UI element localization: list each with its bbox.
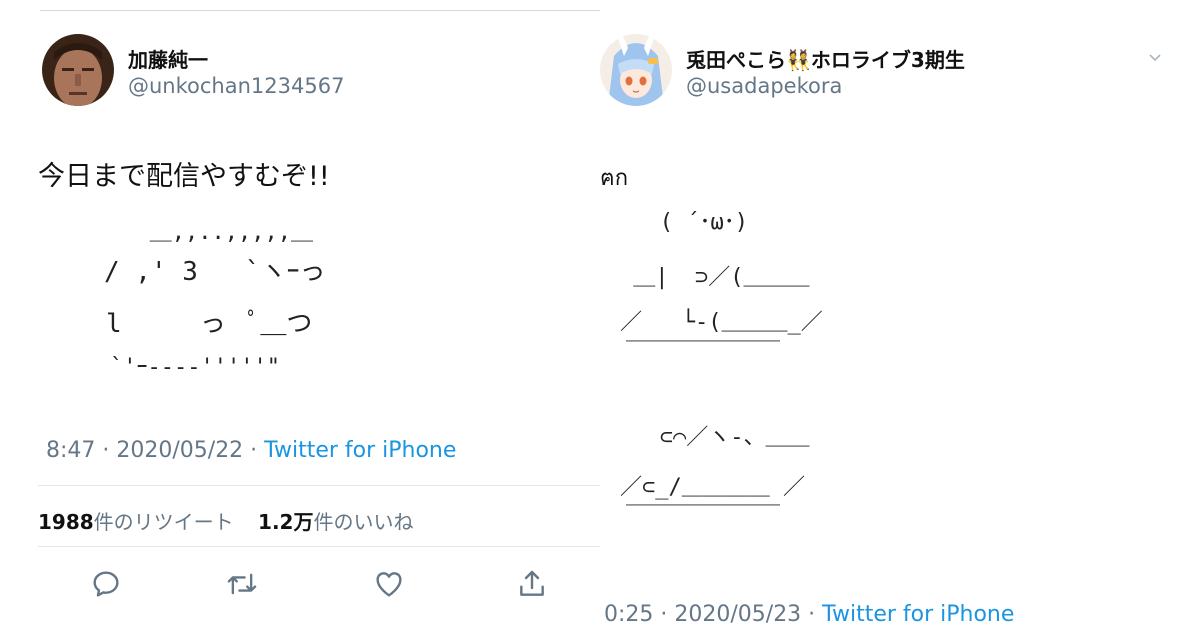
share-button[interactable] (514, 566, 550, 602)
like-label: 件のいいね (313, 510, 414, 534)
author-handle[interactable]: @unkochan1234567 (128, 74, 344, 98)
more-options-button[interactable] (1148, 50, 1162, 69)
engagement-stats: 1988件のリツイート 1.2万件のいいね (38, 506, 413, 535)
ascii-art-line: `'ｰ---‐'''''" (110, 355, 280, 380)
author-handle[interactable]: @usadapekora (686, 74, 842, 98)
divider (38, 546, 600, 547)
avatar[interactable] (42, 34, 114, 106)
like-count: 1.2万 (258, 510, 314, 534)
source-link[interactable]: Twitter for iPhone (822, 602, 1014, 627)
share-icon (520, 570, 544, 596)
like-button[interactable] (371, 566, 407, 602)
avatar-anime-image (600, 34, 672, 106)
ascii-art-line: ＿,,..,,,,,＿ (110, 220, 313, 245)
timestamp[interactable]: 0:25 · 2020/05/23 · (604, 602, 822, 627)
source-link[interactable]: Twitter for iPhone (264, 438, 456, 463)
retweet-count: 1988 (38, 510, 94, 534)
tweet-meta: 8:47 · 2020/05/22 · Twitter for iPhone (46, 438, 456, 463)
chevron-down-icon (1149, 54, 1161, 62)
retweet-button[interactable] (224, 566, 260, 602)
heart-icon (376, 572, 402, 597)
reply-button[interactable] (88, 566, 124, 602)
retweet-label: 件のリツイート (93, 510, 234, 534)
tweet-card-left: 加藤純一 @unkochan1234567 今日まで配信やすむぞ!! ＿,,..… (0, 0, 600, 636)
ascii-art-line: l っ ﾟ＿つ (106, 309, 313, 339)
author-name[interactable]: 加藤純一 (128, 44, 208, 73)
ascii-art-line: / ,' 3 `ヽｰっ (104, 257, 326, 287)
tweet-card-right: 兎田ぺこら👯ホロライブ3期生 @usadapekora ฅก ( ´･ω･) ＿… (600, 0, 1199, 636)
retweet-count-stat[interactable]: 1988件のリツイート (38, 510, 234, 534)
retweet-icon (227, 573, 257, 595)
divider (38, 485, 600, 486)
avatar[interactable] (600, 34, 672, 106)
tweet-text-fragment: ฅก (600, 166, 629, 191)
tweet-text: 今日まで配信やすむぞ!! (38, 161, 330, 192)
timestamp[interactable]: 8:47 · 2020/05/22 · (46, 438, 264, 463)
author-name[interactable]: 兎田ぺこら👯ホロライブ3期生 (686, 44, 965, 73)
ascii-art-line: ⊂⌒／ヽ-、＿＿ (620, 425, 810, 450)
ascii-art-line: ( ´･ω･) (620, 210, 748, 235)
ascii-art-line: ￣￣￣￣￣￣￣ (626, 505, 781, 530)
reply-icon (93, 571, 119, 597)
tweet-meta: 0:25 · 2020/05/23 · Twitter for iPhone (604, 602, 1014, 627)
ascii-art-line: ￣￣￣￣￣￣￣ (626, 341, 781, 366)
like-count-stat[interactable]: 1.2万件のいいね (258, 510, 413, 534)
ascii-art-line: ＿| ⊃／(＿＿＿ (620, 265, 810, 290)
avatar-face-image (42, 34, 114, 106)
